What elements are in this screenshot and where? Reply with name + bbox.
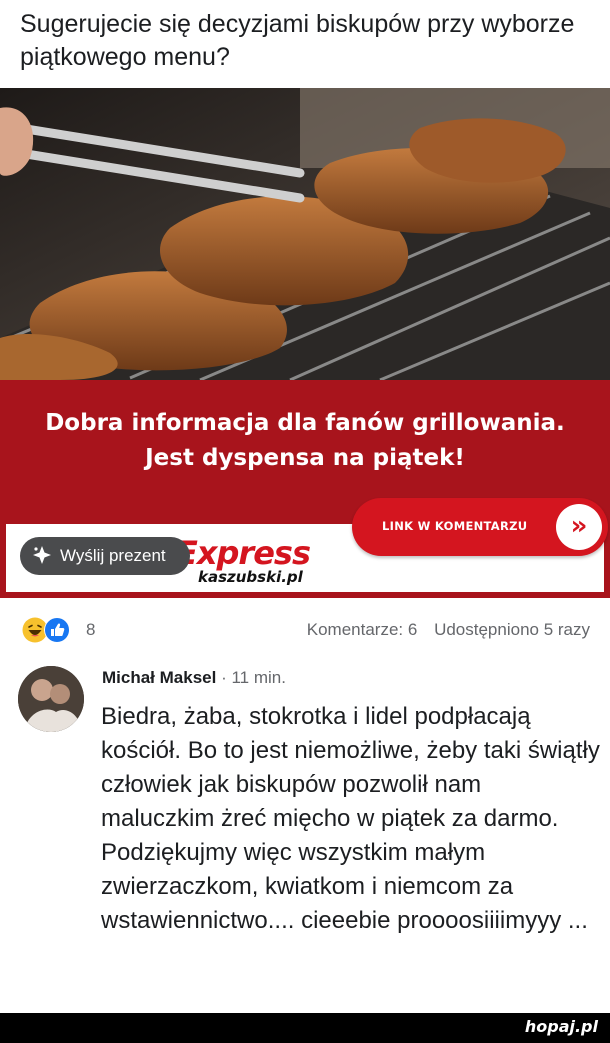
express-logo: Express kaszubski.pl xyxy=(176,534,356,590)
headline: Dobra informacja dla fanów grillowania. … xyxy=(0,406,610,476)
express-logo-domain: kaszubski.pl xyxy=(198,568,303,586)
grill-photo xyxy=(0,88,610,380)
post-media[interactable]: Dobra informacja dla fanów grillowania. … xyxy=(0,88,610,598)
watermark: hopaj.pl xyxy=(524,1017,598,1036)
comment-body: Biedra, żaba, stokrotka i lidel podpłaca… xyxy=(101,700,601,938)
comment-header: Michał Maksel · 11 min. xyxy=(102,668,286,688)
reactions-summary[interactable]: 8 xyxy=(22,617,112,645)
comment-time: · 11 min. xyxy=(221,668,286,687)
comment-paragraph-1: Biedra, żaba, stokrotka i lidel podpłaca… xyxy=(101,703,600,832)
like-icon xyxy=(44,617,70,643)
double-chevron-right-icon: » xyxy=(556,504,602,550)
send-gift-label: Wyślij prezent xyxy=(60,546,166,565)
gift-sparkle-icon xyxy=(33,546,51,564)
reaction-count: 8 xyxy=(86,620,96,639)
link-in-comment-label: LINK W KOMENTARZU xyxy=(382,519,528,533)
avatar[interactable] xyxy=(18,666,84,732)
footer-bar: hopaj.pl xyxy=(0,1013,610,1043)
headline-line-1: Dobra informacja dla fanów grillowania. xyxy=(45,410,565,436)
comment-author[interactable]: Michał Maksel xyxy=(102,668,216,687)
engagement-stats: Komentarze: 6 Udostępniono 5 razy xyxy=(295,620,590,640)
post-text: Sugerujecie się decyzjami biskupów przy … xyxy=(20,10,575,71)
link-in-comment-button[interactable]: LINK W KOMENTARZU » xyxy=(352,498,608,556)
comment-paragraph-2: Podziękujmy więc wszystkim małym zwierza… xyxy=(101,839,588,934)
comments-count-link[interactable]: Komentarze: 6 xyxy=(307,620,418,639)
send-gift-button[interactable]: Wyślij prezent xyxy=(20,537,190,575)
shares-count-link[interactable]: Udostępniono 5 razy xyxy=(434,620,590,639)
express-logo-mark: Express xyxy=(176,534,311,572)
headline-line-2: Jest dyspensa na piątek! xyxy=(145,445,465,471)
